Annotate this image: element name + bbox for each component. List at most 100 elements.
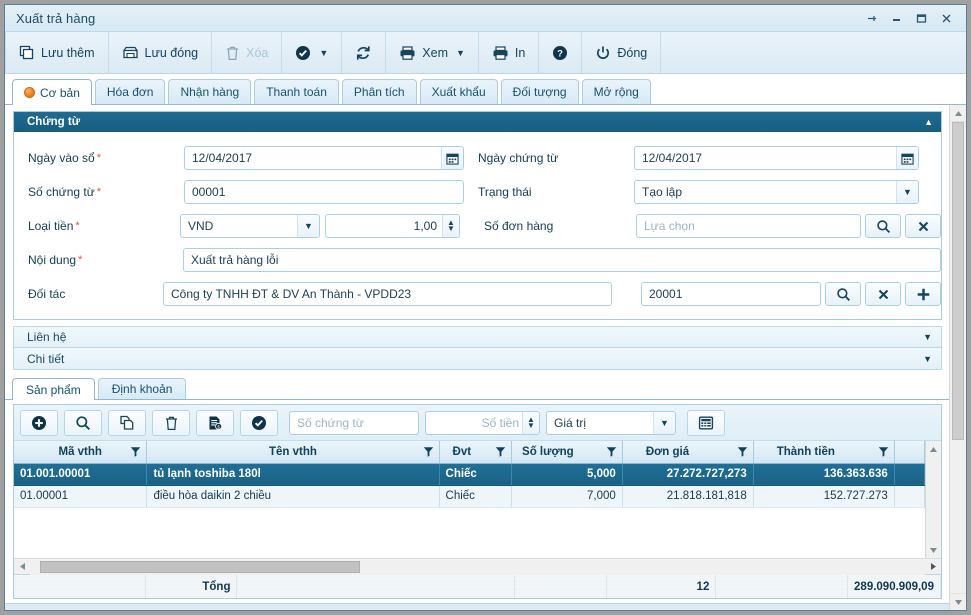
refresh-button[interactable]: [342, 32, 387, 73]
ty-gia-input[interactable]: 1,00: [325, 214, 460, 238]
col-so-luong[interactable]: Số lượng: [511, 441, 623, 464]
tab-phan-tich[interactable]: Phân tích: [341, 79, 417, 104]
page-scroll-thumb[interactable]: [952, 122, 964, 440]
doi-tac-search-button[interactable]: [825, 282, 861, 306]
tab-hoa-don[interactable]: Hóa đơn: [94, 79, 166, 104]
filter-icon[interactable]: [495, 446, 506, 460]
chung-tu-panel: Chứng từ ▲ Ngày vào sổ * 12/04/2017 Ngày…: [13, 111, 942, 320]
col-label: Tên vthh: [269, 445, 317, 458]
so-tien-stepper[interactable]: ▲ ▼: [522, 411, 539, 434]
calculator-button[interactable]: [687, 409, 725, 436]
table-row[interactable]: 01.00001 điều hòa daikin 2 chiều Chiếc 7…: [14, 485, 925, 508]
chevron-up-icon[interactable]: ▲: [924, 117, 933, 127]
print-button[interactable]: In: [479, 32, 540, 73]
filter-icon[interactable]: [130, 446, 141, 460]
so-chung-tu-input[interactable]: 00001: [184, 180, 464, 204]
delete-row-button[interactable]: [152, 409, 190, 436]
form-row-loai-tien: Loại tiền * VND ▼ 1,00 ▲ ▼ Số đơn hàng L…: [14, 209, 941, 243]
minimize-window-icon[interactable]: [889, 11, 904, 26]
subtab-dinh-khoan[interactable]: Định khoản: [97, 378, 187, 399]
scroll-track[interactable]: [30, 558, 925, 575]
calendar-icon[interactable]: [896, 147, 918, 169]
table-row[interactable]: 01.001.00001 tủ lạnh toshiba 180l Chiếc …: [14, 463, 925, 486]
so-chung-tu-filter-input[interactable]: Số chứng từ: [289, 410, 419, 435]
noi-dung-input[interactable]: Xuất trả hàng lỗi: [183, 248, 941, 272]
tab-co-ban[interactable]: Cơ bản: [12, 79, 92, 105]
filter-icon[interactable]: [878, 446, 889, 460]
chevron-down-icon[interactable]: ▼: [447, 225, 455, 233]
save-add-button[interactable]: Lưu thêm: [5, 32, 109, 73]
ngay-chung-tu-input[interactable]: 12/04/2017: [634, 146, 919, 170]
confirm-button[interactable]: [240, 409, 278, 436]
chi-tiet-label: Chi tiết: [27, 351, 65, 366]
chevron-down-icon[interactable]: ▼: [527, 421, 535, 429]
document-button[interactable]: $: [196, 409, 234, 436]
ngay-vao-so-input[interactable]: 12/04/2017: [184, 146, 464, 170]
filter-icon[interactable]: [423, 446, 434, 460]
total-amount: 289.090.909,09: [848, 575, 941, 598]
chung-tu-section-header[interactable]: Chứng từ ▲: [14, 112, 941, 132]
pin-window-icon[interactable]: [864, 11, 879, 26]
col-ma-vthh[interactable]: Mã vthh: [14, 441, 148, 464]
col-extra[interactable]: [894, 441, 925, 464]
chevron-down-icon[interactable]: ▼: [653, 411, 675, 434]
required-marker: *: [96, 152, 101, 164]
chevron-down-icon[interactable]: ▼: [923, 354, 932, 364]
chevron-down-icon[interactable]: ▼: [923, 332, 932, 342]
cell-dvt: Chiếc: [439, 463, 513, 486]
table-horizontal-scrollbar[interactable]: [14, 558, 941, 575]
filter-icon[interactable]: [737, 446, 748, 460]
scroll-left-arrow[interactable]: [14, 559, 30, 575]
page-scroll-down-arrow[interactable]: [950, 593, 966, 610]
col-thanh-tien[interactable]: Thành tiền: [753, 441, 895, 464]
tab-mo-rong[interactable]: Mở rộng: [581, 79, 651, 104]
chevron-down-icon[interactable]: ▼: [896, 181, 918, 203]
so-don-hang-input[interactable]: Lựa chọn: [636, 214, 861, 238]
filter-icon[interactable]: [606, 446, 617, 460]
chevron-down-icon[interactable]: ▼: [319, 48, 328, 58]
chi-tiet-section[interactable]: Chi tiết ▼: [13, 348, 942, 370]
maximize-window-icon[interactable]: [914, 11, 929, 26]
doi-tac-code-input[interactable]: 20001: [641, 282, 821, 306]
search-row-button[interactable]: [64, 409, 102, 436]
spinner-stepper[interactable]: ▲ ▼: [442, 215, 459, 237]
preview-button[interactable]: Xem ▼: [386, 32, 479, 73]
col-don-gia[interactable]: Đơn giá: [622, 441, 754, 464]
table-vertical-scrollbar[interactable]: [925, 441, 941, 558]
subtab-san-pham[interactable]: Sản phẩm: [12, 378, 95, 400]
page-vertical-scrollbar[interactable]: [949, 105, 966, 610]
so-chung-tu-label: Số chứng từ: [28, 185, 95, 199]
so-don-hang-clear-button[interactable]: [905, 214, 941, 238]
doi-tac-clear-button[interactable]: [865, 282, 901, 306]
col-dvt[interactable]: Đvt: [439, 441, 513, 464]
add-row-button[interactable]: [20, 409, 58, 436]
close-window-icon[interactable]: [939, 11, 954, 26]
calendar-icon[interactable]: [441, 147, 463, 169]
tab-xuat-khau[interactable]: Xuất khẩu: [419, 79, 498, 104]
col-ten-vthh[interactable]: Tên vthh: [146, 441, 440, 464]
close-button[interactable]: Đóng: [582, 32, 662, 73]
tab-thanh-toan[interactable]: Thanh toán: [254, 79, 339, 104]
scroll-up-arrow[interactable]: [926, 441, 941, 457]
scroll-down-arrow[interactable]: [926, 542, 941, 558]
page-scroll-up-arrow[interactable]: [950, 105, 966, 122]
duplicate-row-button[interactable]: [108, 409, 146, 436]
trang-thai-select[interactable]: Tạo lập: [634, 180, 919, 204]
scroll-track[interactable]: [926, 457, 941, 542]
so-don-hang-search-button[interactable]: [865, 214, 901, 238]
chevron-down-icon[interactable]: ▼: [297, 215, 319, 237]
help-button[interactable]: ?: [539, 32, 583, 73]
scroll-right-arrow[interactable]: [925, 559, 941, 575]
tab-nhan-hang[interactable]: Nhận hàng: [168, 79, 252, 104]
noi-dung-label: Nội dung: [28, 253, 77, 267]
approve-button[interactable]: ▼: [282, 32, 343, 73]
doi-tac-add-button[interactable]: [905, 282, 941, 306]
chevron-down-icon[interactable]: ▼: [456, 48, 465, 58]
lien-he-section[interactable]: Liên hệ ▼: [13, 326, 942, 348]
scroll-thumb[interactable]: [40, 560, 360, 573]
tab-doi-tuong[interactable]: Đối tượng: [500, 79, 579, 104]
delete-button[interactable]: Xóa: [212, 32, 283, 73]
page-scroll-track[interactable]: [950, 440, 966, 593]
doi-tac-input[interactable]: Công ty TNHH ĐT & DV An Thành - VPDD23: [163, 282, 612, 306]
save-close-button[interactable]: Lưu đóng: [109, 32, 213, 73]
